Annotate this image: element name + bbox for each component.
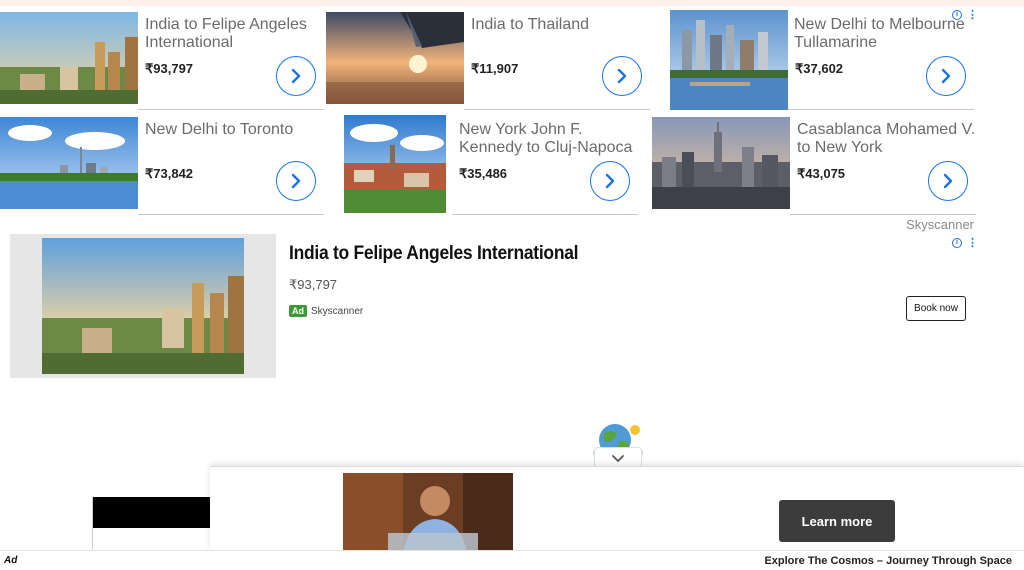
toronto-skyline-photo	[0, 117, 138, 209]
route-label: India to Thailand	[471, 16, 590, 33]
adchoices-top[interactable]: i ⋮	[952, 8, 978, 21]
flight-card-info: Casablanca Mohamed V. to New York ₹43,07…	[790, 111, 976, 215]
book-now-button[interactable]: Book now	[906, 296, 966, 321]
ad-badge: Ad	[289, 305, 307, 317]
city-sunset-photo	[42, 238, 244, 374]
route-label: India to Felipe Angeles International	[145, 16, 307, 51]
cluj-napoca-photo	[344, 115, 446, 213]
sticky-ad-bar[interactable]: Learn more	[210, 466, 1024, 553]
flight-card-info: New Delhi to Melbourne Tullamarine ₹37,6…	[788, 6, 974, 110]
flight-card-info: New York John F. Kennedy to Cluj-Napoca …	[452, 111, 638, 215]
flight-card-4[interactable]: New Delhi to Toronto ₹73,842	[0, 111, 324, 215]
footer-site-title[interactable]: Explore The Cosmos – Journey Through Spa…	[764, 555, 1012, 567]
flight-card-2[interactable]: India to Thailand ₹11,907	[326, 6, 650, 110]
info-icon[interactable]: i	[952, 237, 962, 248]
chevron-right-icon	[291, 173, 301, 189]
footer-ad-label: Ad	[4, 555, 18, 566]
flight-card-6[interactable]: Casablanca Mohamed V. to New York ₹43,07…	[652, 111, 976, 215]
airplane-wing-photo	[326, 12, 464, 104]
background-content-panel	[92, 497, 212, 557]
price-label: ₹35,486	[459, 166, 508, 181]
advertiser-name: Skyscanner	[311, 305, 364, 317]
go-button[interactable]	[276, 56, 316, 96]
flight-card-info: India to Felipe Angeles International ₹9…	[138, 6, 324, 110]
advertiser-label[interactable]: Skyscanner	[900, 217, 974, 232]
price-label: ₹43,075	[797, 166, 846, 181]
price-label: ₹37,602	[795, 61, 844, 76]
route-label: New Delhi to Toronto	[145, 121, 294, 138]
price-label: ₹11,907	[471, 61, 519, 76]
new-york-skyline-photo	[652, 117, 790, 209]
info-icon[interactable]: i	[952, 9, 962, 20]
chevron-right-icon	[943, 173, 953, 189]
go-button[interactable]	[602, 56, 642, 96]
go-button[interactable]	[590, 161, 630, 201]
go-button[interactable]	[928, 161, 968, 201]
adchoices-mid[interactable]: i ⋮	[952, 236, 978, 249]
price-label: ₹73,842	[145, 166, 194, 181]
chevron-right-icon	[605, 173, 615, 189]
flight-card-3[interactable]: New Delhi to Melbourne Tullamarine ₹37,6…	[652, 6, 974, 110]
ad-person-photo	[343, 473, 513, 553]
big-ad-price: ₹93,797	[289, 277, 338, 292]
flight-card-1[interactable]: India to Felipe Angeles International ₹9…	[0, 6, 324, 110]
more-options-icon[interactable]: ⋮	[967, 236, 978, 249]
flight-card-info: India to Thailand ₹11,907	[464, 6, 650, 110]
go-button[interactable]	[276, 161, 316, 201]
more-options-icon[interactable]: ⋮	[967, 8, 978, 21]
route-label: New York John F. Kennedy to Cluj-Napoca	[459, 121, 633, 156]
chevron-right-icon	[617, 68, 627, 84]
go-button[interactable]	[926, 56, 966, 96]
big-ad-title[interactable]: India to Felipe Angeles International	[289, 243, 579, 265]
route-label: Casablanca Mohamed V. to New York	[797, 121, 976, 156]
learn-more-button[interactable]: Learn more	[779, 500, 895, 542]
big-ad-attribution: Ad Skyscanner	[289, 305, 363, 317]
melbourne-skyline-photo	[670, 10, 788, 110]
footer-bar: Ad Explore The Cosmos – Journey Through …	[0, 550, 1024, 570]
chevron-down-icon	[612, 454, 624, 462]
chevron-right-icon	[941, 68, 951, 84]
big-ad-image[interactable]	[10, 234, 276, 378]
flight-card-5[interactable]: New York John F. Kennedy to Cluj-Napoca …	[326, 111, 638, 215]
background-black-block	[93, 497, 211, 528]
flight-card-info: New Delhi to Toronto ₹73,842	[138, 111, 324, 215]
price-label: ₹93,797	[145, 61, 194, 76]
city-sunset-photo	[0, 12, 138, 104]
chevron-right-icon	[291, 68, 301, 84]
route-label: New Delhi to Melbourne Tullamarine	[794, 16, 965, 51]
